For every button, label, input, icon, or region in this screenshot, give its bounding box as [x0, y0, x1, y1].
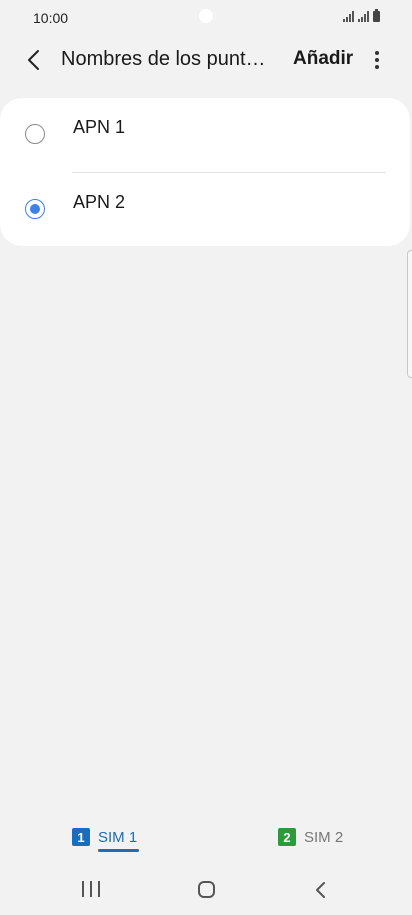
camera-cutout: [199, 9, 213, 23]
add-button[interactable]: Añadir: [293, 48, 353, 70]
more-vertical-icon: [375, 51, 379, 55]
tab-sim-1[interactable]: 1 SIM 1: [72, 828, 137, 846]
app-bar: Nombres de los punto… Añadir: [0, 38, 412, 82]
sim-tabs: 1 SIM 1 2 SIM 2: [0, 822, 412, 858]
active-tab-indicator: [98, 849, 139, 852]
signal-sim1-icon: [343, 11, 354, 22]
battery-icon: [373, 9, 380, 22]
page-title: Nombres de los punto…: [61, 48, 273, 70]
sim-2-badge: 2: [278, 828, 296, 846]
tab-sim-2[interactable]: 2 SIM 2: [278, 828, 343, 846]
status-bar: 10:00: [0, 0, 412, 36]
apn-1-radio[interactable]: [25, 124, 45, 144]
recents-button[interactable]: [82, 881, 100, 899]
sim-1-badge: 1: [72, 828, 90, 846]
sim-1-label: SIM 1: [98, 828, 138, 846]
back-button[interactable]: [20, 46, 48, 74]
status-time: 10:00: [33, 10, 69, 26]
apn-list: APN 1 APN 2: [0, 98, 410, 246]
chevron-left-icon: [28, 50, 39, 70]
scroll-handle[interactable]: [407, 250, 412, 378]
apn-1-label: APN 1: [73, 117, 126, 137]
apn-item-2[interactable]: APN 2: [0, 172, 410, 246]
recents-icon: [82, 881, 84, 897]
apn-2-radio[interactable]: [25, 199, 45, 219]
sim-2-label: SIM 2: [304, 828, 344, 846]
apn-item-1[interactable]: APN 1: [0, 98, 410, 172]
more-options-button[interactable]: [366, 46, 388, 74]
home-button[interactable]: [198, 881, 215, 898]
nav-back-button[interactable]: [312, 880, 330, 900]
back-icon: [316, 882, 325, 898]
apn-2-label: APN 2: [73, 192, 126, 212]
signal-sim2-icon: [358, 11, 369, 22]
status-icons: [343, 9, 380, 22]
navigation-bar: [0, 866, 412, 914]
